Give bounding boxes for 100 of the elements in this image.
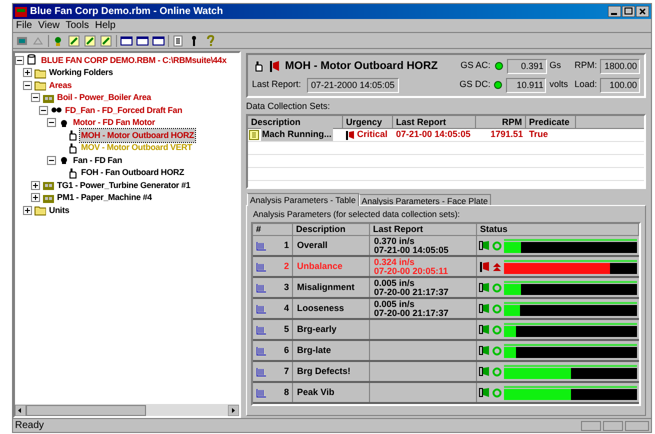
- status-led-icon: [492, 324, 502, 335]
- table-cell-text: 0.370 in/s: [374, 236, 416, 246]
- collapse-icon[interactable]: [39, 106, 48, 115]
- spectrum-icon[interactable]: [256, 388, 267, 398]
- table-cell-text: 07-20-00 20:05:11: [374, 266, 450, 276]
- document-icon[interactable]: [172, 34, 185, 46]
- tree-item[interactable]: Boil - Power_Boiler Area: [56, 91, 152, 104]
- table-cell-text: 07-21-00 14:05:05: [395, 128, 472, 141]
- row-number: 4: [284, 302, 289, 315]
- tree-item[interactable]: BLUE FAN CORP DEMO.RBM - C:\RBMsuite\44x: [40, 54, 228, 67]
- window-icon[interactable]: [120, 34, 133, 46]
- scroll-left-icon[interactable]: [15, 404, 26, 416]
- status-pane: [603, 420, 623, 430]
- expand-icon[interactable]: [31, 180, 40, 190]
- table-cell-text: Unbalance: [297, 260, 343, 273]
- monitor-icon[interactable]: [16, 34, 29, 46]
- value-field: 100.00: [600, 78, 640, 92]
- chart-edit-icon[interactable]: [84, 34, 97, 46]
- collapse-icon[interactable]: [23, 80, 32, 90]
- spectrum-icon[interactable]: [256, 262, 267, 272]
- row-number: 3: [284, 281, 289, 294]
- table-cell-text: 07-20-00 21:17:37: [374, 308, 450, 318]
- spectrum-icon[interactable]: [256, 324, 267, 335]
- spectrum-icon[interactable]: [256, 346, 267, 356]
- value-field: 1800.00: [600, 58, 640, 74]
- window-icon[interactable]: [136, 34, 149, 46]
- column-header[interactable]: Predicate: [526, 116, 576, 128]
- field-label: GS DC:: [459, 78, 490, 92]
- chart-edit-icon[interactable]: [100, 34, 113, 46]
- expand-icon[interactable]: [23, 68, 32, 78]
- field-label: GS AC:: [460, 59, 490, 72]
- expand-icon[interactable]: [23, 206, 32, 215]
- tab[interactable]: Analysis Parameters - Table: [247, 192, 359, 206]
- tree-item[interactable]: TG1 - Power_Turbine Generator #1: [56, 178, 192, 192]
- column-header[interactable]: Urgency: [343, 116, 393, 128]
- app-icon: [15, 6, 27, 16]
- spectrum-icon[interactable]: [256, 366, 267, 377]
- spectrum-icon[interactable]: [256, 304, 267, 314]
- menu-item[interactable]: View: [38, 18, 60, 33]
- minimize-icon[interactable]: [608, 6, 621, 17]
- tree-item[interactable]: FD_Fan - FD_Forced Draft Fan: [64, 104, 184, 117]
- tree-item[interactable]: Areas: [48, 78, 73, 92]
- close-icon[interactable]: [636, 6, 649, 17]
- tab[interactable]: Analysis Parameters - Face Plate: [358, 194, 491, 204]
- table-cell-text: Misalignment: [297, 281, 355, 294]
- column-header[interactable]: Status: [477, 224, 639, 236]
- menu-item[interactable]: Help: [94, 18, 116, 33]
- tree-item[interactable]: Units: [48, 204, 70, 217]
- status-led-icon: [494, 61, 504, 71]
- status-text: Ready: [15, 419, 45, 433]
- table-cell-text: Brg-early: [297, 323, 337, 336]
- spectrum-icon[interactable]: [256, 282, 267, 293]
- menu-item[interactable]: Tools: [66, 18, 89, 33]
- tree-item[interactable]: Motor - FD Fan Motor: [72, 116, 156, 130]
- motor-icon: [58, 154, 70, 166]
- tree-item[interactable]: MOH - Motor Outboard HORZ: [80, 128, 196, 142]
- table-cell-text: 0.324 in/s: [374, 258, 416, 267]
- row-number: 1: [284, 239, 289, 252]
- alarm-flag-icon: [345, 130, 355, 140]
- unit-label: volts: [549, 78, 569, 92]
- table-cell-text: Overall: [297, 239, 328, 252]
- spectrum-icon[interactable]: [256, 240, 267, 251]
- column-header[interactable]: Last Report: [393, 116, 476, 128]
- window-title: Blue Fan Corp Demo.rbm - Online Watch: [30, 5, 223, 19]
- table-cell-text: 07-21-00 14:05:05: [374, 246, 450, 255]
- collapse-icon[interactable]: [31, 93, 40, 102]
- chart-edit-icon[interactable]: [68, 34, 81, 46]
- expand-icon[interactable]: [31, 193, 40, 202]
- horizontal-scrollbar[interactable]: [15, 404, 239, 416]
- row-number: 5: [284, 323, 289, 336]
- table-cell-text: Peak Vib: [297, 386, 334, 399]
- collapse-icon[interactable]: [47, 156, 56, 165]
- tree-item[interactable]: FOH - Fan Outboard HORZ: [80, 166, 186, 180]
- section-label: Data Collection Sets:: [246, 100, 332, 113]
- table-cell-text: 0.005 in/s: [374, 300, 416, 309]
- tree-item[interactable]: Fan - FD Fan: [72, 154, 124, 167]
- tree-item[interactable]: Working Folders: [48, 66, 114, 80]
- point-title: MOH - Motor Outboard HORZ: [285, 58, 438, 74]
- row-number: 7: [284, 365, 289, 378]
- column-header[interactable]: Description: [293, 224, 370, 236]
- folder-icon: [34, 66, 46, 79]
- column-header[interactable]: RPM: [476, 116, 526, 128]
- menu-item[interactable]: File: [16, 18, 32, 33]
- value-field: 0.391: [506, 58, 546, 74]
- value-field: 07-21-2000 14:05:05: [307, 78, 399, 92]
- maximize-icon[interactable]: [622, 6, 635, 17]
- window-icon[interactable]: [152, 34, 165, 46]
- table-cell-text: 1791.51: [489, 128, 524, 141]
- table-cell[interactable]: Mach Running...: [261, 128, 332, 142]
- collapse-icon[interactable]: [15, 56, 24, 65]
- scroll-right-icon[interactable]: [228, 404, 239, 416]
- row-number: 8: [284, 386, 289, 399]
- status-led-icon: [492, 346, 502, 356]
- field-label: Last Report:: [252, 78, 302, 92]
- column-header[interactable]: #: [253, 224, 293, 236]
- unit-label: Gs: [550, 59, 562, 72]
- status-pane: [581, 420, 601, 430]
- tree-item[interactable]: PM1 - Paper_Machine #4: [56, 191, 153, 204]
- collapse-icon[interactable]: [47, 118, 56, 128]
- column-header[interactable]: Last Report: [370, 224, 477, 236]
